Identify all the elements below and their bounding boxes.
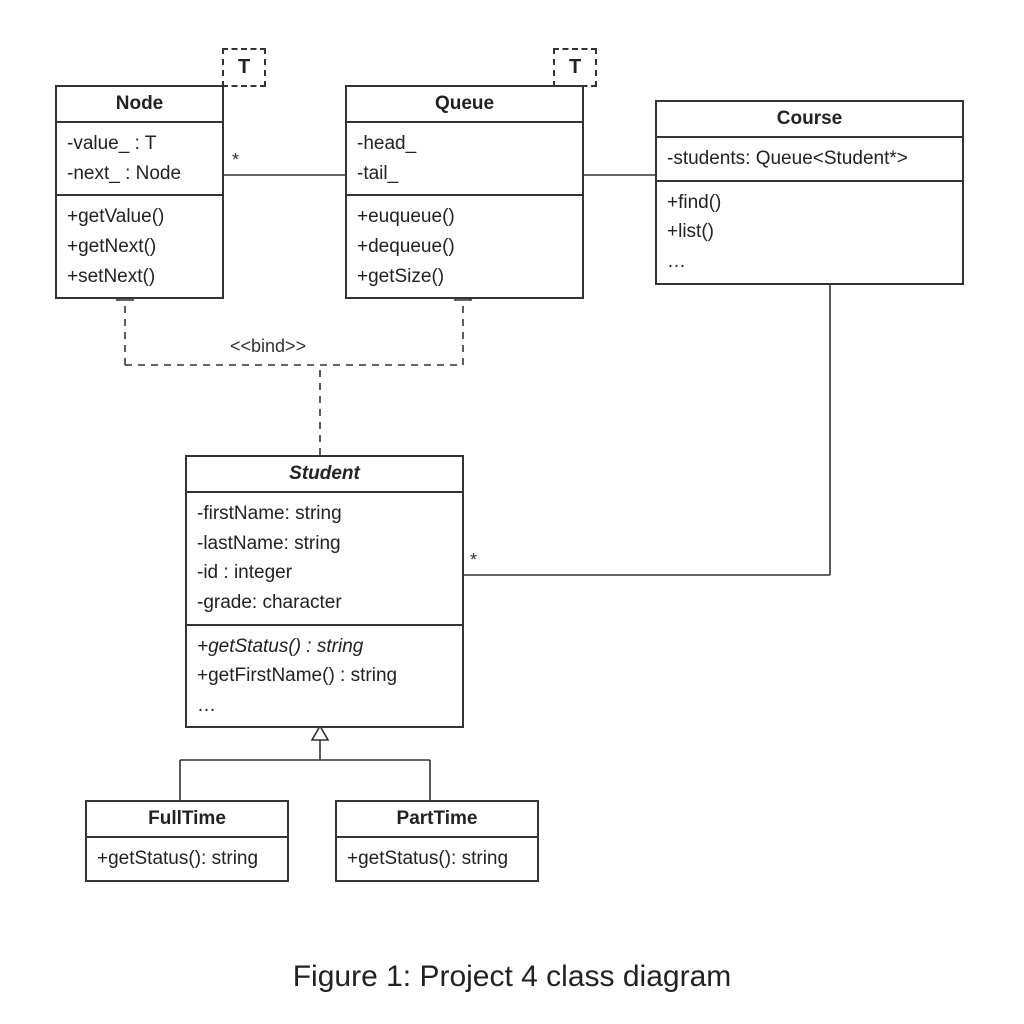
attr: -grade: character xyxy=(197,588,452,618)
class-fulltime-ops: +getStatus(): string xyxy=(87,838,287,880)
class-student-attrs: -firstName: string -lastName: string -id… xyxy=(187,493,462,626)
op: +find() xyxy=(667,188,952,218)
template-param-queue: T xyxy=(553,48,597,87)
class-parttime-ops: +getStatus(): string xyxy=(337,838,537,880)
attr: -head_ xyxy=(357,129,572,159)
class-queue: Queue -head_ -tail_ +euqueue() +dequeue(… xyxy=(345,85,584,299)
class-student-title: Student xyxy=(187,457,462,493)
class-student-ops: +getStatus() : string +getFirstName() : … xyxy=(187,626,462,727)
template-param-node: T xyxy=(222,48,266,87)
attr: -id : integer xyxy=(197,558,452,588)
class-node-attrs: -value_ : T -next_ : Node xyxy=(57,123,222,196)
mult-student: * xyxy=(470,550,477,571)
class-course-title: Course xyxy=(657,102,962,138)
class-node: Node -value_ : T -next_ : Node +getValue… xyxy=(55,85,224,299)
bind-stereotype: <<bind>> xyxy=(230,336,306,357)
attr: -tail_ xyxy=(357,159,572,189)
op: +euqueue() xyxy=(357,202,572,232)
class-queue-attrs: -head_ -tail_ xyxy=(347,123,582,196)
op: +getFirstName() : string xyxy=(197,661,452,691)
class-student: Student -firstName: string -lastName: st… xyxy=(185,455,464,728)
class-course-ops: +find() +list() … xyxy=(657,182,962,283)
attr: -next_ : Node xyxy=(67,159,212,189)
class-queue-ops: +euqueue() +dequeue() +getSize() xyxy=(347,196,582,297)
class-fulltime: FullTime +getStatus(): string xyxy=(85,800,289,882)
rel-course-student xyxy=(460,280,830,575)
class-course-attrs: -students: Queue<Student*> xyxy=(657,138,962,182)
op: +getStatus() : string xyxy=(197,632,452,662)
attr: -lastName: string xyxy=(197,529,452,559)
op: +dequeue() xyxy=(357,232,572,262)
diagram-stage: { "caption": "Figure 1: Project 4 class … xyxy=(0,0,1024,1024)
figure-caption: Figure 1: Project 4 class diagram xyxy=(0,960,1024,994)
class-node-ops: +getValue() +getNext() +setNext() xyxy=(57,196,222,297)
op: +setNext() xyxy=(67,262,212,292)
class-fulltime-title: FullTime xyxy=(87,802,287,838)
attr: -firstName: string xyxy=(197,499,452,529)
rel-generalization xyxy=(180,726,430,800)
mult-node: * xyxy=(232,150,239,171)
class-parttime-title: PartTime xyxy=(337,802,537,838)
op: +getValue() xyxy=(67,202,212,232)
op: … xyxy=(667,247,952,277)
op: +getStatus(): string xyxy=(97,844,277,874)
attr: -value_ : T xyxy=(67,129,212,159)
op: +getStatus(): string xyxy=(347,844,527,874)
op: +getSize() xyxy=(357,262,572,292)
class-course: Course -students: Queue<Student*> +find(… xyxy=(655,100,964,285)
rel-bind xyxy=(117,286,471,455)
class-queue-title: Queue xyxy=(347,87,582,123)
op: +list() xyxy=(667,217,952,247)
op: … xyxy=(197,691,452,721)
attr: -students: Queue<Student*> xyxy=(667,144,952,174)
class-node-title: Node xyxy=(57,87,222,123)
class-parttime: PartTime +getStatus(): string xyxy=(335,800,539,882)
op: +getNext() xyxy=(67,232,212,262)
